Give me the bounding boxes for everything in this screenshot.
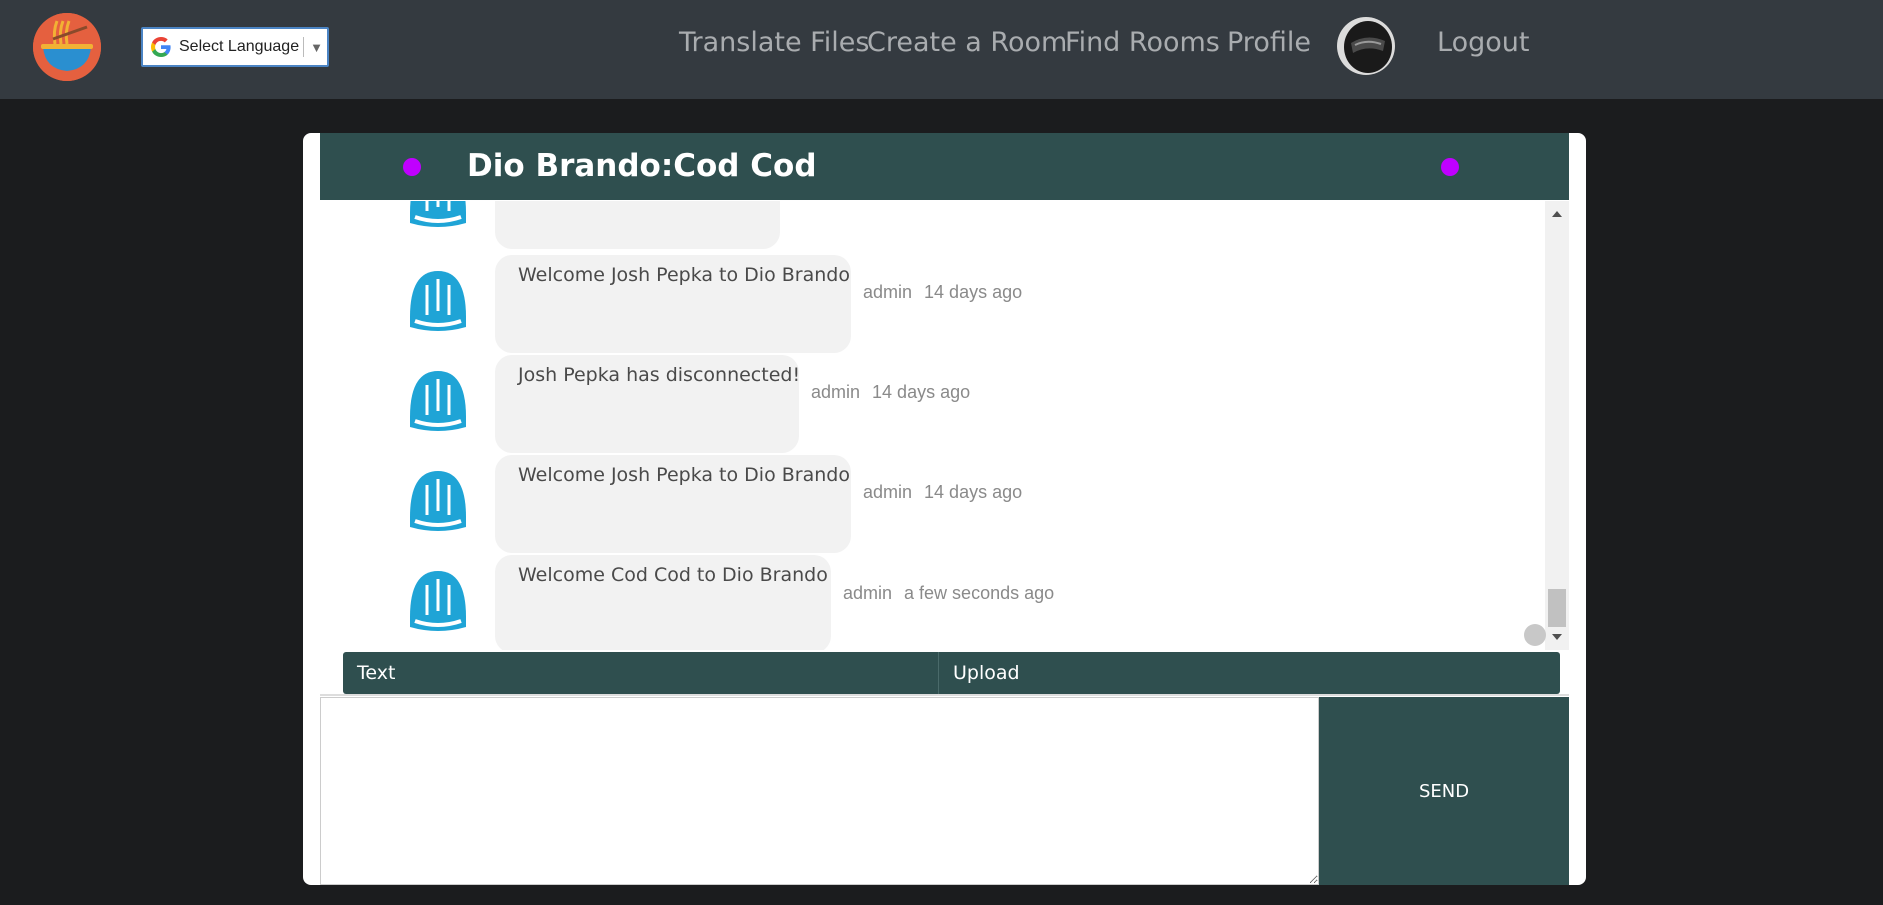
logout-link[interactable]: Logout [1437,22,1529,64]
message-bubble: Josh Pepka has disconnected! [495,355,801,453]
message-text: Welcome Cod Cod to Dio Brando [518,564,828,586]
nav-profile[interactable]: Profile [1227,22,1311,64]
message-text: Josh Pepka has disconnected! [518,364,801,386]
message-item: Welcome Josh Pepka to Dio Brando admin 14… [320,255,1544,355]
message-time: a few seconds ago [904,583,1055,603]
status-dot-left [403,158,421,176]
message-list[interactable]: Welcome Josh Pepka to Dio Brando admin 14… [320,201,1544,650]
language-select-label: Select Language [179,38,300,55]
scroll-up-arrow-icon[interactable] [1552,211,1562,217]
message-item: Welcome Josh Pepka to Dio Brando admin 14… [320,455,1544,555]
message-input[interactable] [320,697,1319,885]
message-text: Welcome Josh Pepka to Dio Brando [518,464,850,486]
message-bubble: Welcome Josh Pepka to Dio Brando [495,455,851,553]
composer-divider [320,694,1569,696]
message-item: Welcome Cod Cod to Dio Brando admin a few… [320,555,1544,650]
message-meta: admin 14 days ago [863,282,1022,303]
top-navbar: Select Language ▼ Translate Files Create… [0,0,1883,99]
message-meta: admin a few seconds ago [843,583,1054,604]
composer-tabs: Text Upload [343,652,1560,694]
status-dot-right [1441,158,1459,176]
nav-find-rooms[interactable]: Find Rooms [1065,22,1220,64]
chat-header: Dio Brando:Cod Cod [320,133,1569,200]
tab-text[interactable]: Text [343,652,938,694]
message-bubble [495,201,780,249]
scrollbar-thumb[interactable] [1548,589,1566,627]
message-time: 14 days ago [924,482,1023,502]
nav-translate-files[interactable]: Translate Files [679,22,869,64]
admin-helmet-avatar-icon [410,371,466,431]
nav-create-room[interactable]: Create a Room [867,22,1067,64]
message-author: admin [863,282,913,302]
tab-upload[interactable]: Upload [939,652,1560,694]
message-meta: admin 14 days ago [811,382,970,403]
admin-helmet-avatar-icon [410,201,466,227]
scroll-to-bottom-button[interactable] [1524,624,1546,646]
admin-helmet-avatar-icon [410,471,466,531]
user-avatar-icon[interactable] [1337,17,1395,75]
dropdown-arrow-icon: ▼ [310,39,323,55]
message-time: 14 days ago [924,282,1023,302]
admin-helmet-avatar-icon [410,571,466,631]
message-text: Welcome Josh Pepka to Dio Brando [518,264,850,286]
send-button[interactable]: SEND [1319,697,1569,885]
message-author: admin [843,583,893,603]
room-title: Dio Brando:Cod Cod [467,148,817,184]
message-item: Josh Pepka has disconnected! admin 14 day… [320,355,1544,455]
message-item [320,201,1544,251]
message-bubble: Welcome Cod Cod to Dio Brando [495,555,831,650]
message-author: admin [863,482,913,502]
message-author: admin [811,382,861,402]
language-select-separator [303,37,305,57]
message-scrollbar[interactable] [1545,201,1569,650]
message-time: 14 days ago [872,382,971,402]
message-bubble: Welcome Josh Pepka to Dio Brando [495,255,851,353]
message-meta: admin 14 days ago [863,482,1022,503]
noodle-bowl-logo-icon[interactable] [33,13,101,81]
scroll-down-arrow-icon[interactable] [1552,634,1562,640]
language-select[interactable]: Select Language ▼ [141,27,329,67]
admin-helmet-avatar-icon [410,271,466,331]
google-g-icon [151,37,171,57]
